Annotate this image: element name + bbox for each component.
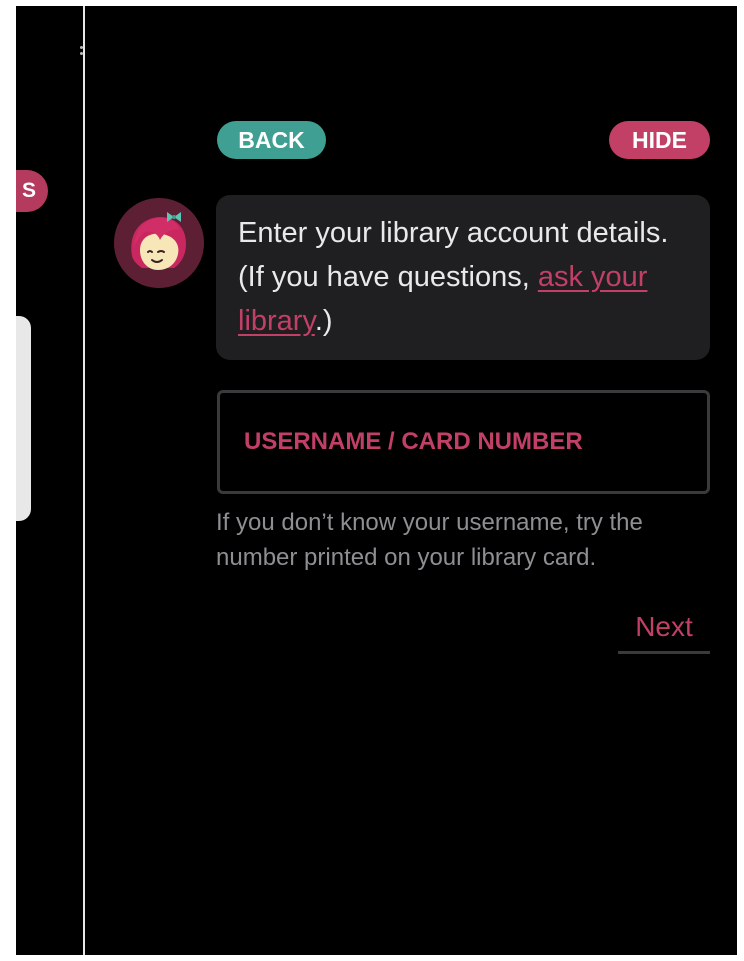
message-suffix: .)	[314, 305, 333, 337]
hide-button[interactable]: HIDE	[609, 121, 710, 159]
username-hint: If you don’t know your username, try the…	[216, 509, 643, 571]
next-button[interactable]: Next	[618, 602, 710, 654]
username-input[interactable]	[220, 393, 707, 491]
message-bubble: Enter your library account details. (If …	[216, 195, 710, 360]
background-pill-button[interactable]: S	[16, 170, 48, 212]
back-button[interactable]: BACK	[217, 121, 326, 159]
username-field[interactable]	[217, 390, 710, 494]
background-panel: S	[16, 6, 83, 955]
libby-avatar-icon	[114, 198, 204, 288]
background-card[interactable]	[16, 316, 31, 521]
app-screen: S BACK HIDE Enter your library account d…	[16, 6, 737, 955]
sheet-divider[interactable]	[83, 6, 85, 955]
drag-handle-icon[interactable]	[80, 46, 84, 60]
